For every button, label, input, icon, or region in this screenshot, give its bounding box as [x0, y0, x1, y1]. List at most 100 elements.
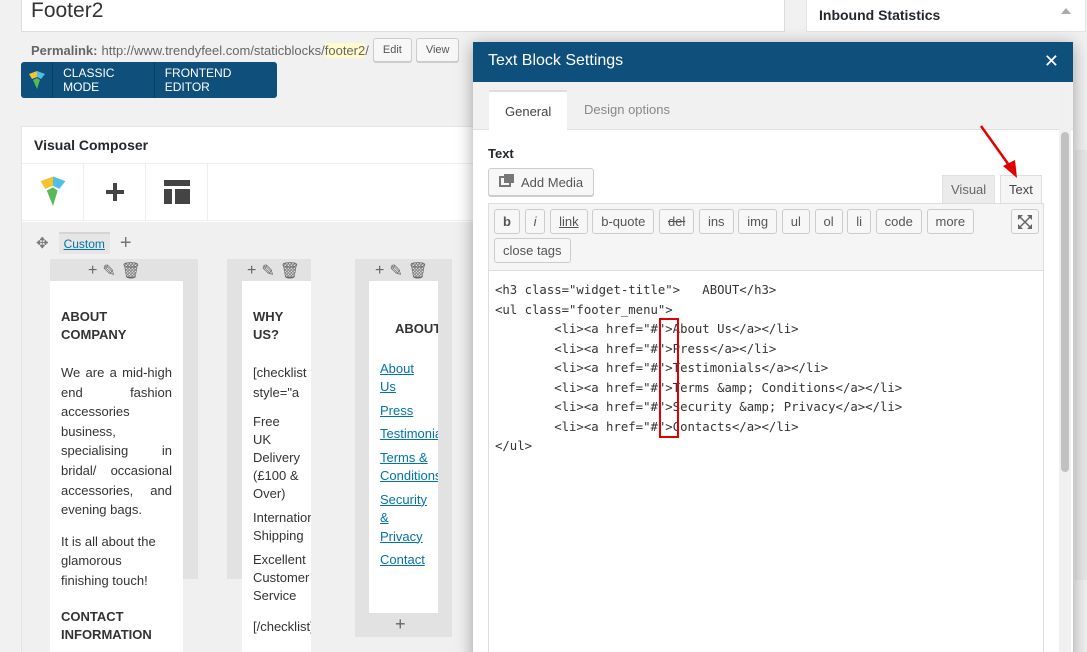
column-paragraph: We are a mid-high end fashion accessorie…: [61, 365, 172, 518]
code-line: </ul>: [495, 439, 533, 453]
close-icon[interactable]: ✕: [1044, 51, 1059, 72]
quicktags-toolbar: b i link b-quote del ins img ul ol li co…: [489, 204, 1043, 271]
templates-icon[interactable]: [146, 164, 208, 220]
column-controls: + ✎ 🗑: [88, 261, 141, 281]
view-post-button[interactable]: View: [415, 38, 460, 62]
column-paragraph: It is all about the glamorous finishing …: [61, 533, 156, 588]
quicktag-img-button[interactable]: img: [738, 209, 778, 234]
tab-general[interactable]: General: [489, 90, 568, 130]
code-line: <li><a href="#">Contacts</a></li>: [495, 419, 799, 434]
row-controls: ✥ Custom +: [36, 230, 132, 256]
scrollbar-track[interactable]: [1075, 150, 1087, 580]
column-line: [checklist style="a: [253, 365, 307, 400]
edit-pencil-icon[interactable]: ✎: [261, 261, 274, 281]
quicktag-code-button[interactable]: code: [875, 209, 922, 234]
menu-link[interactable]: Press: [380, 402, 427, 421]
quicktag-ul-button[interactable]: ul: [781, 209, 810, 234]
menu-link[interactable]: Contact: [380, 551, 427, 570]
add-row-icon[interactable]: +: [120, 232, 132, 255]
vc-logo-button[interactable]: [22, 164, 84, 220]
quicktag-ol-button[interactable]: ol: [814, 209, 843, 234]
trash-icon[interactable]: 🗑: [408, 261, 428, 281]
modal-header: Text Block Settings ✕: [473, 42, 1073, 82]
modal-scrollbar-thumb[interactable]: [1061, 132, 1069, 472]
quicktag-ins-button[interactable]: ins: [698, 209, 734, 234]
visual-composer-panel: Visual Composer ✥ Custom + + ✎ 🗑 ABOUT C…: [21, 126, 481, 652]
code-line: <h3 class="widget-title"> ABOUT</h3>: [495, 283, 777, 297]
tab-design-options[interactable]: Design options: [568, 90, 686, 130]
edit-pencil-icon[interactable]: ✎: [102, 261, 115, 281]
column-2: + ✎ 🗑 WHY US? [checklist style="a Free U…: [227, 259, 311, 652]
column-line: Free UK Delivery (£100 & Over): [253, 414, 300, 502]
permalink-base: http://www.trendyfeel.com/staticblocks/: [101, 42, 325, 58]
column-heading: WHY US?: [253, 309, 284, 342]
trash-icon[interactable]: 🗑: [121, 261, 141, 281]
row-layout-tab[interactable]: Custom: [58, 232, 110, 254]
permalink-tail: /: [365, 42, 369, 58]
vc-toolbar: [22, 164, 480, 221]
add-element-icon[interactable]: +: [247, 262, 256, 280]
code-line: <ul class="footer_menu">: [495, 302, 673, 317]
column-3: + ✎ 🗑 ABOUT About Us Press Testimonials …: [355, 259, 452, 637]
add-media-label: Add Media: [521, 174, 584, 190]
visual-composer-title: Visual Composer: [22, 127, 480, 164]
text-block-settings-modal: Text Block Settings ✕ General Design opt…: [473, 42, 1073, 652]
code-line: <li><a href="#">About Us</a></li>: [495, 322, 799, 336]
quicktag-link-button[interactable]: link: [550, 209, 588, 234]
add-element-icon[interactable]: +: [375, 262, 384, 280]
permalink-label: Permalink:: [31, 42, 98, 58]
collapse-arrow-icon[interactable]: [1061, 8, 1071, 14]
quicktag-bold-button[interactable]: b: [494, 209, 520, 234]
fullscreen-icon[interactable]: [1011, 209, 1039, 234]
trash-icon[interactable]: 🗑: [280, 261, 300, 281]
edit-pencil-icon[interactable]: ✎: [389, 261, 402, 281]
column-1: + ✎ 🗑 ABOUT COMPANY We are a mid-high en…: [50, 259, 198, 652]
column-controls: + ✎ 🗑: [375, 261, 428, 281]
code-line: <li><a href="#">Press</a></li>: [495, 341, 777, 356]
move-row-icon[interactable]: ✥: [36, 234, 49, 252]
code-line: <li><a href="#">Testimonials</a></li>: [495, 361, 829, 375]
post-title-input[interactable]: Footer2: [21, 0, 785, 32]
column-line: [/checklist]: [253, 619, 311, 635]
menu-link[interactable]: Security & Privacy: [380, 491, 430, 547]
vc-canvas: ✥ Custom + + ✎ 🗑 ABOUT COMPANY We are a …: [22, 222, 480, 652]
text-block[interactable]: ABOUT About Us Press Testimonials Terms …: [369, 281, 438, 613]
quicktag-bquote-button[interactable]: b-quote: [592, 209, 655, 234]
add-element-icon[interactable]: +: [395, 614, 406, 635]
link-list: About Us Press Testimonials Terms & Cond…: [380, 360, 438, 570]
permalink-edit-button[interactable]: Edit: [372, 38, 412, 62]
vc-mode-bar: CLASSIC MODE FRONTEND EDITOR: [21, 62, 277, 98]
column-heading: CONTACT INFORMATION: [61, 608, 152, 642]
code-line: <li><a href="#">Security &amp; Privacy</…: [495, 400, 903, 414]
column-line: International Shipping: [253, 510, 311, 544]
modal-title: Text Block Settings: [488, 52, 624, 69]
quicktag-more-button[interactable]: more: [926, 209, 975, 234]
menu-link[interactable]: About Us: [380, 360, 422, 397]
frontend-editor-button[interactable]: FRONTEND EDITOR: [155, 62, 277, 98]
column-line: Excellent Customer Service: [253, 552, 310, 604]
inbound-statistics-title: Inbound Statistics: [819, 7, 941, 23]
column-heading: ABOUT COMPANY: [61, 309, 127, 342]
menu-link[interactable]: Terms & Conditions: [380, 449, 438, 486]
code-line: <li><a href="#">Terms &amp; Conditions</…: [495, 380, 903, 395]
add-media-button[interactable]: Add Media: [488, 168, 595, 196]
add-element-icon[interactable]: [84, 164, 146, 220]
annotation-arrow-icon: [979, 125, 1017, 178]
code-textarea[interactable]: <h3 class="widget-title"> ABOUT</h3> <ul …: [495, 281, 902, 457]
menu-link[interactable]: Testimonials: [380, 425, 438, 444]
text-editor[interactable]: b i link b-quote del ins img ul ol li co…: [488, 203, 1044, 652]
inbound-statistics-box: Inbound Statistics: [806, 0, 1086, 32]
text-block[interactable]: WHY US? [checklist style="a Free UK Deli…: [242, 281, 311, 652]
text-block[interactable]: ABOUT COMPANY We are a mid-high end fash…: [50, 281, 183, 652]
permalink-row: Permalink: http://www.trendyfeel.com/sta…: [31, 38, 460, 62]
classic-mode-button[interactable]: CLASSIC MODE: [53, 62, 155, 98]
modal-scrollbar[interactable]: [1059, 88, 1071, 652]
quicktag-del-button[interactable]: del: [658, 209, 695, 234]
quicktag-close-tags-button[interactable]: close tags: [494, 238, 571, 263]
field-label: Text: [488, 146, 514, 161]
permalink-slug[interactable]: footer2: [324, 42, 366, 58]
quicktag-italic-button[interactable]: i: [524, 209, 546, 234]
quicktag-li-button[interactable]: li: [847, 209, 872, 234]
add-element-icon[interactable]: +: [88, 262, 97, 280]
column-controls: + ✎ 🗑: [247, 261, 300, 281]
